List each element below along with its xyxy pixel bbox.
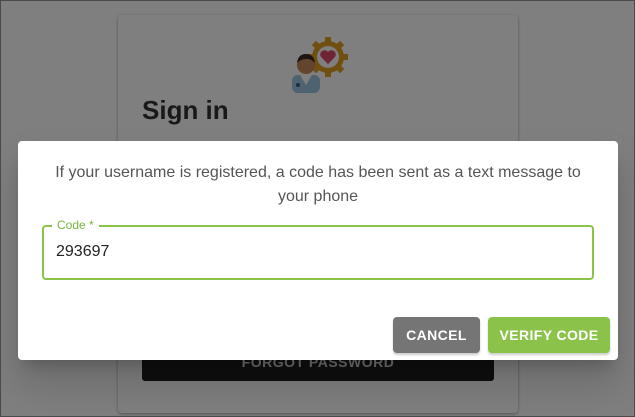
code-field[interactable]: Code * — [42, 218, 594, 280]
dialog-message: If your username is registered, a code h… — [55, 164, 581, 205]
cancel-button[interactable]: CANCEL — [393, 317, 480, 353]
verify-code-button[interactable]: VERIFY CODE — [488, 317, 610, 353]
verify-code-dialog: If your username is registered, a code h… — [18, 141, 618, 360]
code-field-label: Code * — [52, 218, 99, 232]
app-window: Sign in FORGOT PASSWORD If your username… — [0, 0, 635, 417]
code-input[interactable] — [56, 241, 576, 263]
